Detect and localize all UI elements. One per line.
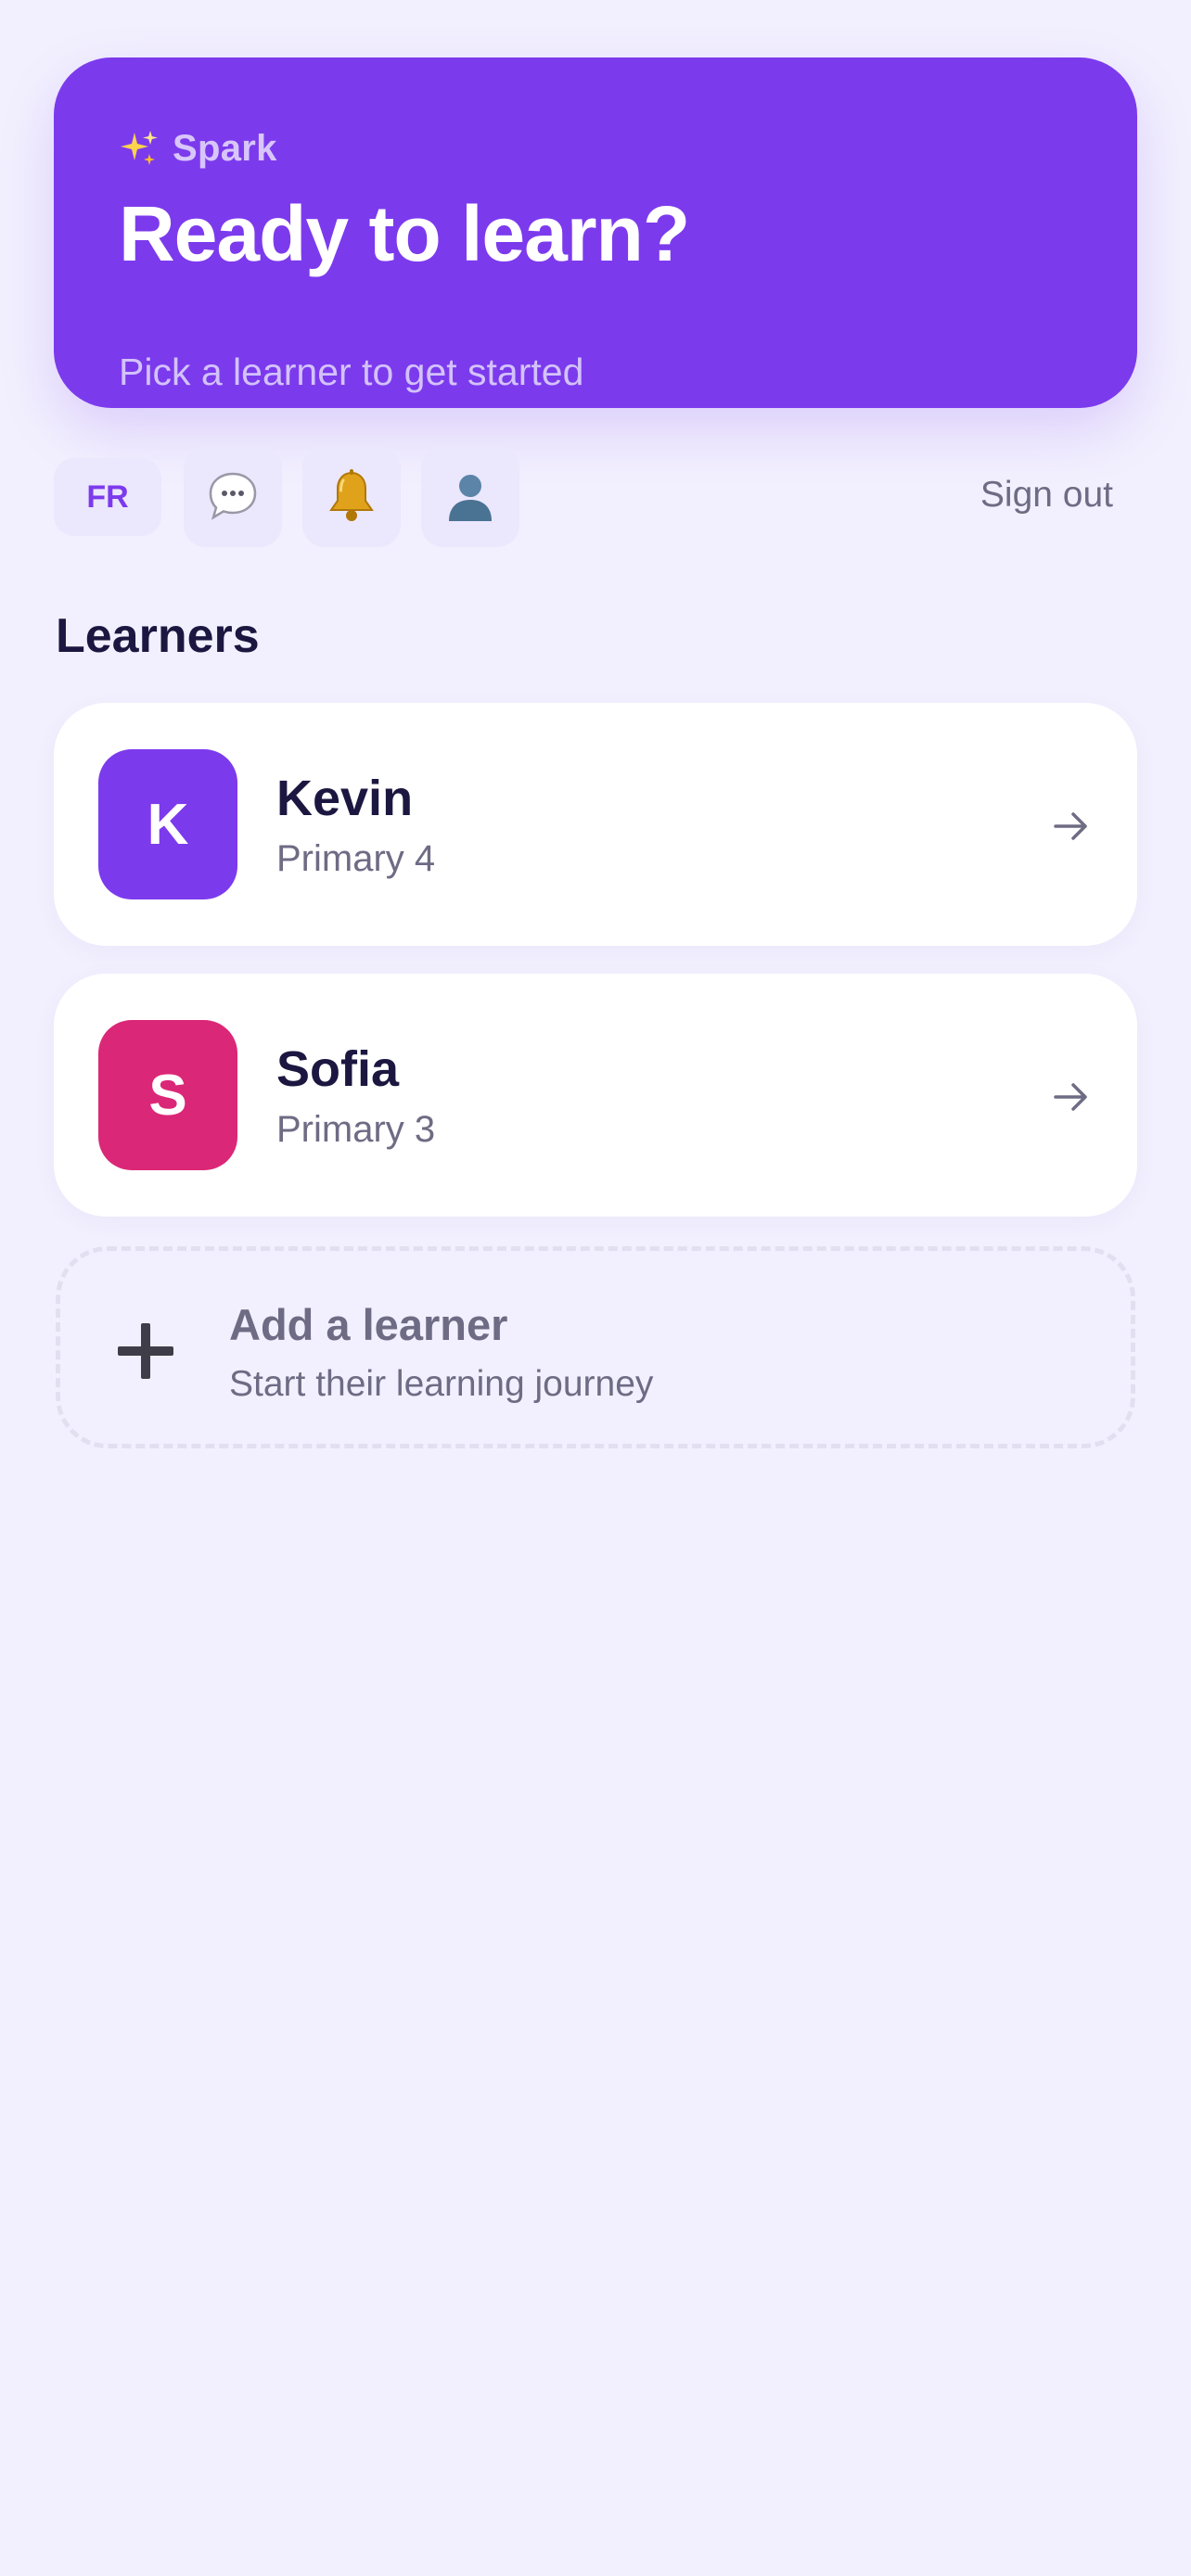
- learner-grade: Primary 3: [276, 1109, 436, 1150]
- add-learner-title: Add a learner: [229, 1300, 508, 1349]
- bell-icon: [329, 469, 374, 521]
- plus-icon: [118, 1323, 173, 1379]
- arrow-right-icon: [1054, 1083, 1087, 1111]
- page-title: Ready to learn?: [119, 190, 690, 277]
- sparkles-icon: [121, 130, 158, 165]
- brand-name: Spark: [173, 128, 277, 169]
- messages-button[interactable]: [184, 445, 282, 547]
- arrow-right-icon: [1054, 812, 1087, 840]
- add-learner-button[interactable]: Add a learner Start their learning journ…: [56, 1246, 1135, 1448]
- learner-grade: Primary 4: [276, 838, 436, 879]
- section-title: Learners: [56, 609, 260, 663]
- add-learner-subtitle: Start their learning journey: [229, 1364, 654, 1404]
- home-screen: Spark Ready to learn? Pick a learner to …: [0, 0, 1191, 2576]
- profile-button[interactable]: [421, 445, 519, 547]
- avatar: S: [98, 1020, 237, 1170]
- brand: Spark: [119, 128, 277, 170]
- language-toggle[interactable]: FR: [54, 458, 161, 536]
- learner-card-kevin[interactable]: K Kevin Primary 4: [54, 703, 1137, 946]
- learner-card-sofia[interactable]: S Sofia Primary 3: [54, 974, 1137, 1217]
- sign-out-button[interactable]: Sign out: [980, 475, 1113, 516]
- avatar: K: [98, 749, 237, 899]
- hero-banner: Spark Ready to learn? Pick a learner to …: [54, 57, 1137, 408]
- notifications-button[interactable]: [302, 445, 401, 547]
- chat-bubble-icon: [209, 472, 257, 520]
- learner-name: Kevin: [276, 771, 414, 826]
- page-subtitle: Pick a learner to get started: [119, 351, 584, 393]
- learner-name: Sofia: [276, 1041, 400, 1097]
- profile-icon: [449, 475, 492, 521]
